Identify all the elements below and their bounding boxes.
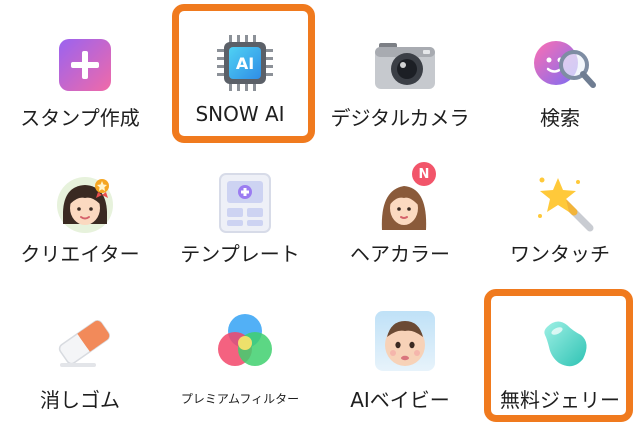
feature-eraser[interactable]: 消しゴム	[5, 290, 155, 430]
feature-ai-baby[interactable]: AIベイビー	[325, 290, 475, 430]
magic-wand-icon	[530, 168, 600, 238]
feature-label: ワンタッチ	[510, 242, 610, 266]
eraser-icon	[50, 308, 120, 378]
feature-label: クリエイター	[20, 242, 140, 266]
new-badge: N	[412, 162, 436, 186]
feature-label: ヘアカラー	[350, 242, 450, 266]
face-search-icon	[530, 30, 600, 100]
feature-premium-filter[interactable]: プレミアムフィルター	[165, 290, 315, 430]
ai-baby-icon	[370, 306, 440, 376]
feature-snow-ai[interactable]: AI SNOW AI	[165, 10, 315, 150]
feature-free-jelly[interactable]: 無料ジェリー	[485, 290, 635, 430]
feature-label: AIベイビー	[350, 388, 450, 412]
feature-label: スタンプ作成	[20, 106, 140, 130]
feature-one-touch[interactable]: ワンタッチ	[485, 150, 635, 290]
feature-search[interactable]: 検索	[485, 10, 635, 150]
feature-grid: スタンプ作成 AI SNOW AI デジタルカメラ 検索 クリエイター テンプレ…	[0, 0, 640, 427]
feature-template[interactable]: テンプレート	[165, 150, 315, 290]
feature-label: 消しゴム	[40, 388, 120, 412]
premium-filter-icon	[210, 306, 280, 376]
svg-text:AI: AI	[236, 54, 254, 73]
feature-label: プレミアムフィルター	[180, 392, 300, 406]
feature-sticker-maker[interactable]: スタンプ作成	[5, 10, 155, 150]
template-icon	[210, 168, 280, 238]
feature-label: 無料ジェリー	[500, 388, 620, 412]
plus-sticker-icon	[50, 30, 120, 100]
feature-label: テンプレート	[180, 242, 300, 266]
ai-chip-icon: AI	[210, 28, 280, 98]
feature-label: SNOW AI	[195, 102, 285, 126]
feature-digital-camera[interactable]: デジタルカメラ	[325, 10, 475, 150]
feature-label: デジタルカメラ	[330, 106, 470, 130]
feature-hair-color[interactable]: N ヘアカラー	[325, 150, 475, 290]
feature-label: 検索	[540, 106, 580, 130]
feature-creator[interactable]: クリエイター	[5, 150, 155, 290]
camera-icon	[370, 30, 440, 100]
creator-avatar-icon	[50, 168, 120, 238]
jelly-bean-icon	[530, 308, 600, 378]
